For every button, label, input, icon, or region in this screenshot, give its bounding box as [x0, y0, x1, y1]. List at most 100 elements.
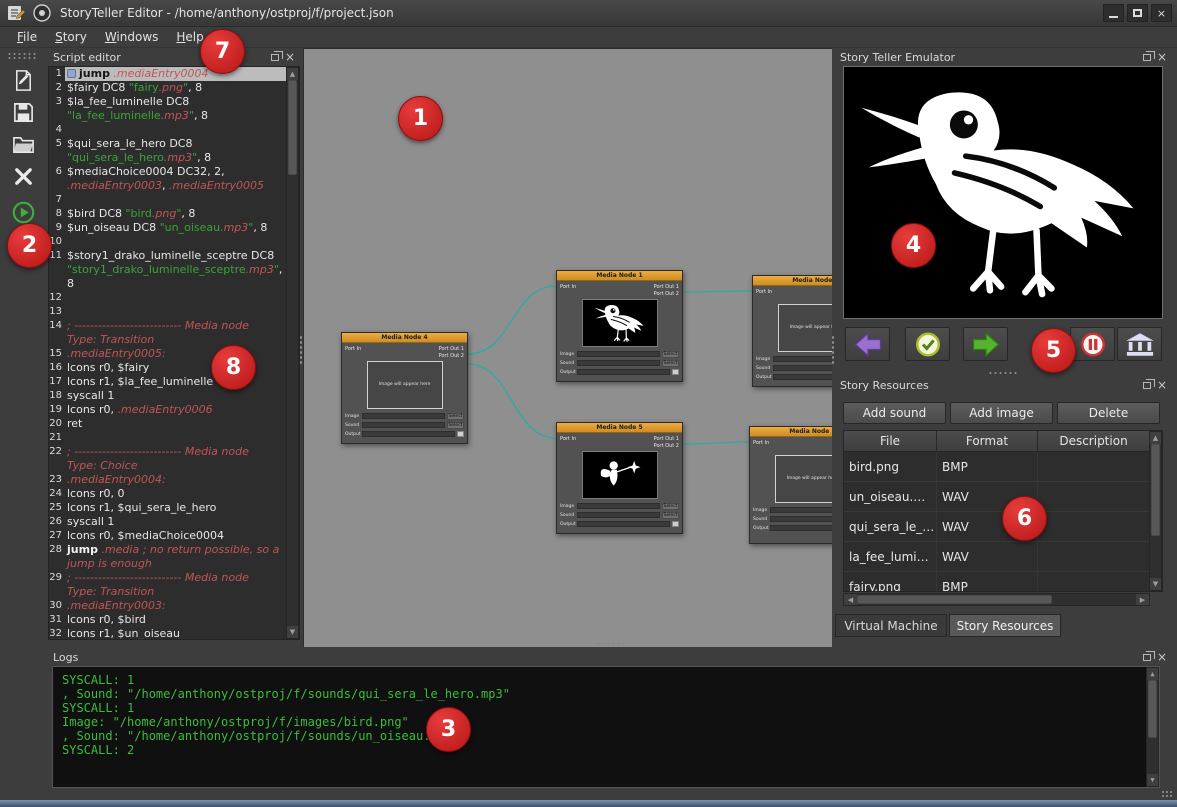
- close-panel-icon[interactable]: ×: [285, 51, 295, 63]
- script-line[interactable]: 18syscall 1: [49, 389, 286, 403]
- script-line[interactable]: 4: [49, 123, 286, 137]
- scroll-up-icon[interactable]: ▲: [287, 68, 298, 80]
- script-line[interactable]: 8$bird DC8 "bird.png", 8: [49, 207, 286, 221]
- run-button[interactable]: [9, 198, 37, 226]
- media-node[interactable]: Media Node 4Port InPort Out 1Port Out 2I…: [341, 332, 468, 444]
- new-script-button[interactable]: [9, 66, 37, 94]
- node-title[interactable]: Media Node 1: [557, 271, 682, 281]
- script-line[interactable]: 30.mediaEntry0003:: [49, 599, 286, 613]
- close-project-button[interactable]: [9, 162, 37, 190]
- scroll-thumb[interactable]: [857, 595, 1052, 604]
- select-sound-button[interactable]: Select: [662, 512, 679, 519]
- script-line[interactable]: 19lcons r0, .mediaEntry0006: [49, 403, 286, 417]
- node-title[interactable]: Media Node 3: [750, 427, 832, 437]
- open-button[interactable]: [9, 130, 37, 158]
- port-in-label[interactable]: Port In: [345, 346, 361, 352]
- float-panel-icon[interactable]: [1143, 654, 1151, 661]
- script-line[interactable]: 23.mediaEntry0004:: [49, 473, 286, 487]
- script-line[interactable]: 22; --------------------------- Media no…: [49, 445, 286, 459]
- script-line[interactable]: 7: [49, 193, 286, 207]
- add-sound-button[interactable]: Add sound: [843, 402, 946, 424]
- scroll-down-icon[interactable]: ▼: [1150, 578, 1161, 590]
- delete-button[interactable]: Delete: [1057, 402, 1160, 424]
- script-line[interactable]: 11$story1_drako_luminelle_sceptre DC8: [49, 249, 286, 263]
- script-line[interactable]: 1jump .mediaEntry0004: [49, 67, 286, 81]
- node-title[interactable]: Media Node 4: [342, 333, 467, 343]
- script-line[interactable]: "story1_drako_luminelle_sceptre.mp3",: [49, 263, 286, 277]
- media-node[interactable]: Media Node 5Port InPort Out 1Port Out 2I…: [556, 422, 683, 534]
- script-line[interactable]: 9$un_oiseau DC8 "un_oiseau.mp3", 8: [49, 221, 286, 235]
- validate-button[interactable]: [905, 327, 950, 361]
- script-line[interactable]: .mediaEntry0003, .mediaEntry0005: [49, 179, 286, 193]
- script-line[interactable]: 8: [49, 277, 286, 291]
- home-button[interactable]: [1117, 327, 1162, 361]
- port-out-1-label[interactable]: Port Out 1: [654, 284, 679, 290]
- script-line[interactable]: 12: [49, 291, 286, 305]
- title-bar[interactable]: StoryTeller Editor - /home/anthony/ostpr…: [0, 0, 1177, 27]
- script-line[interactable]: 26syscall 1: [49, 515, 286, 529]
- close-panel-icon[interactable]: ×: [1157, 651, 1167, 663]
- scroll-thumb[interactable]: [1148, 680, 1157, 738]
- select-image-button[interactable]: Select: [447, 413, 464, 420]
- port-out-2-label[interactable]: Port Out 2: [439, 353, 464, 359]
- script-line[interactable]: 13: [49, 305, 286, 319]
- resource-row[interactable]: qui_sera_le_hero.mp3WAV: [844, 512, 1149, 542]
- script-line[interactable]: 10: [49, 235, 286, 249]
- table-hscrollbar[interactable]: ◀ ▶: [843, 593, 1150, 606]
- menu-file[interactable]: File: [8, 28, 46, 46]
- script-line[interactable]: 2$fairy DC8 "fairy.png", 8: [49, 81, 286, 95]
- save-button[interactable]: [9, 98, 37, 126]
- media-node[interactable]: Media Node 3Port InPort Out 1Port Out 2I…: [749, 426, 832, 544]
- port-out-2-label[interactable]: Port Out 2: [654, 443, 679, 449]
- previous-button[interactable]: [845, 327, 890, 361]
- logs-scrollbar[interactable]: ▲ ▼: [1146, 667, 1159, 787]
- splitter-handle[interactable]: [299, 335, 304, 365]
- script-line[interactable]: 25lcons r1, $qui_sera_le_hero: [49, 501, 286, 515]
- script-line[interactable]: "qui_sera_le_hero.mp3", 8: [49, 151, 286, 165]
- script-line[interactable]: 14; --------------------------- Media no…: [49, 319, 286, 333]
- node-title[interactable]: Media Node 2: [753, 276, 832, 286]
- scroll-right-icon[interactable]: ▶: [1136, 594, 1149, 605]
- scroll-up-icon[interactable]: ▲: [1147, 668, 1158, 680]
- script-line[interactable]: 21: [49, 431, 286, 445]
- column-header-description[interactable]: Description: [1038, 431, 1150, 451]
- script-line[interactable]: 31lcons r0, $bird: [49, 613, 286, 627]
- splitter-handle[interactable]: [596, 642, 626, 647]
- tab-story-resources[interactable]: Story Resources: [949, 614, 1061, 637]
- script-line[interactable]: "la_fee_luminelle.mp3", 8: [49, 109, 286, 123]
- script-line[interactable]: 32lcons r1, $un_oiseau: [49, 627, 286, 640]
- menu-story[interactable]: Story: [46, 28, 96, 46]
- node-canvas[interactable]: Media Node 4Port InPort Out 1Port Out 2I…: [303, 48, 832, 647]
- script-line[interactable]: 29; --------------------------- Media no…: [49, 571, 286, 585]
- float-panel-icon[interactable]: [271, 54, 279, 61]
- port-in-label[interactable]: Port In: [560, 284, 576, 290]
- script-editor[interactable]: 1jump .mediaEntry00042$fairy DC8 "fairy.…: [48, 66, 300, 640]
- scroll-down-icon[interactable]: ▼: [287, 626, 298, 638]
- script-line[interactable]: 24lcons r0, 0: [49, 487, 286, 501]
- scroll-down-icon[interactable]: ▼: [1147, 774, 1158, 786]
- select-sound-button[interactable]: Select: [662, 360, 679, 367]
- resource-row[interactable]: un_oiseau.mp3WAV: [844, 482, 1149, 512]
- resource-row[interactable]: la_fee_luminelle.mp3WAV: [844, 542, 1149, 572]
- port-out-1-label[interactable]: Port Out 1: [439, 346, 464, 352]
- pause-button[interactable]: [1070, 327, 1115, 361]
- script-line[interactable]: 20ret: [49, 417, 286, 431]
- script-line[interactable]: 27lcons r0, $mediaChoice0004: [49, 529, 286, 543]
- port-out-1-label[interactable]: Port Out 1: [654, 436, 679, 442]
- resize-grip[interactable]: [1161, 790, 1173, 799]
- script-line[interactable]: jump is enough: [49, 557, 286, 571]
- scroll-track[interactable]: [857, 594, 1136, 605]
- resource-row[interactable]: bird.pngBMP: [844, 452, 1149, 482]
- port-in-label[interactable]: Port In: [560, 436, 576, 442]
- menu-windows[interactable]: Windows: [96, 28, 168, 46]
- script-line[interactable]: 5$qui_sera_le_hero DC8: [49, 137, 286, 151]
- column-header-format[interactable]: Format: [937, 431, 1038, 451]
- media-node[interactable]: Media Node 1Port InPort Out 1Port Out 2I…: [556, 270, 683, 382]
- next-button[interactable]: [963, 327, 1008, 361]
- close-window-button[interactable]: ×: [1151, 4, 1172, 22]
- float-panel-icon[interactable]: [1143, 382, 1151, 389]
- script-line[interactable]: 6$mediaChoice0004 DC32, 2,: [49, 165, 286, 179]
- select-image-button[interactable]: Select: [662, 503, 679, 510]
- scroll-thumb[interactable]: [288, 80, 297, 175]
- script-scrollbar[interactable]: ▲ ▼: [286, 67, 299, 639]
